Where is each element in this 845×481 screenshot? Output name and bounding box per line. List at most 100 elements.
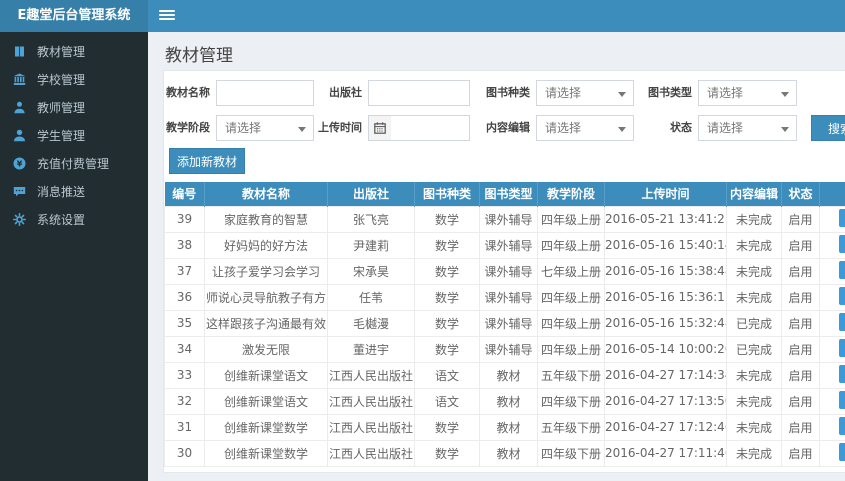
selected-value: 请选择: [545, 121, 582, 135]
table-cell: 未完成: [726, 387, 782, 415]
table-cell: 江西人民出版社: [327, 361, 415, 389]
table-cell: 启用: [781, 387, 820, 415]
student-icon: [13, 129, 28, 142]
row-action-button[interactable]: [839, 416, 845, 435]
row-action-button[interactable]: [839, 312, 845, 331]
status-select[interactable]: 请选择: [698, 115, 797, 141]
row-action-button[interactable]: [839, 286, 845, 305]
upload-time-input[interactable]: [391, 115, 470, 141]
sidebar-item-settings[interactable]: 系统设置: [0, 205, 148, 233]
col-header-actions: [819, 182, 845, 206]
row-action-button[interactable]: [839, 338, 845, 357]
table-cell: 教材: [479, 439, 538, 467]
table-cell: 数学: [414, 413, 480, 441]
table-cell: 课外辅导: [479, 283, 538, 311]
table-cell: 创维新课堂语文: [204, 387, 328, 415]
table-cell: 35: [164, 309, 205, 337]
table-cell: 江西人民出版社: [327, 387, 415, 415]
school-icon: [13, 73, 28, 86]
table-cell: 五年级下册: [537, 413, 605, 441]
table-cell: 启用: [781, 413, 820, 441]
col-header-material-name: 教材名称: [204, 182, 328, 206]
book-category-select[interactable]: 请选择: [536, 80, 634, 106]
table-cell: 教材: [479, 361, 538, 389]
table-cell: 2016-05-16 15:32:48: [604, 309, 727, 337]
teacher-icon: [13, 101, 28, 114]
sidebar-item-label: 学生管理: [37, 128, 86, 143]
table-cell: 这样跟孩子沟通最有效: [204, 309, 328, 337]
selected-value: 请选择: [225, 121, 262, 135]
col-header-book-category: 图书种类: [414, 182, 480, 206]
table-cell: 七年级上册: [537, 257, 605, 285]
table-row: 39 家庭教育的智慧 张飞亮 数学 课外辅导 四年级上册 2016-05-21 13:41:…: [164, 205, 845, 233]
stage-select[interactable]: 请选择: [216, 115, 314, 141]
table-cell: 未完成: [726, 231, 782, 259]
table-cell: 好妈妈的好方法: [204, 231, 328, 259]
table-cell: 课外辅导: [479, 231, 538, 259]
table-action-cell: [819, 283, 845, 311]
row-action-button[interactable]: [839, 234, 845, 253]
add-material-button[interactable]: 添加新教材: [169, 148, 245, 174]
table-cell: 未完成: [726, 283, 782, 311]
book-type-select[interactable]: 请选择: [698, 80, 797, 106]
table-cell: 师说心灵导航教子有方: [204, 283, 328, 311]
publisher-input[interactable]: [368, 80, 470, 106]
table-cell: 数学: [414, 231, 480, 259]
table-cell: 创维新课堂语文: [204, 361, 328, 389]
table-cell: 数学: [414, 309, 480, 337]
table-action-cell: [819, 387, 845, 415]
table-cell: 未完成: [726, 413, 782, 441]
material-name-input[interactable]: [216, 80, 314, 106]
table-cell: 未完成: [726, 439, 782, 467]
table-cell: 四年级上册: [537, 283, 605, 311]
material-name-label: 教材名称: [166, 86, 210, 99]
table-row: 38 好妈妈的好方法 尹建莉 数学 课外辅导 四年级上册 2016-05-16 15:40:…: [164, 231, 845, 259]
sidebar-item-students[interactable]: 学生管理: [0, 121, 148, 149]
chevron-down-icon: [781, 127, 789, 132]
table-cell: 语文: [414, 387, 480, 415]
row-action-button[interactable]: [839, 260, 845, 279]
table-cell: 启用: [781, 283, 820, 311]
table-cell: 启用: [781, 439, 820, 467]
table-action-cell: [819, 413, 845, 441]
content-edit-select[interactable]: 请选择: [536, 115, 634, 141]
sidebar-item-label: 消息推送: [37, 184, 86, 199]
table-body: 39 家庭教育的智慧 张飞亮 数学 课外辅导 四年级上册 2016-05-21 13:41:…: [164, 205, 845, 467]
table-cell: 启用: [781, 309, 820, 337]
book-icon: [13, 45, 28, 58]
sidebar-item-messages[interactable]: 消息推送: [0, 177, 148, 205]
sidebar-item-schools[interactable]: 学校管理: [0, 65, 148, 93]
table-cell: 创维新课堂数学: [204, 439, 328, 467]
table-row: 35 这样跟孩子沟通最有效 毛樾漫 数学 课外辅导 四年级上册 2016-05-16 15:…: [164, 309, 845, 337]
sidebar-item-materials[interactable]: 教材管理: [0, 37, 148, 65]
row-action-button[interactable]: [839, 442, 845, 461]
table-cell: 五年级下册: [537, 361, 605, 389]
row-action-button[interactable]: [839, 364, 845, 383]
row-action-button[interactable]: [839, 208, 845, 227]
publisher-label: 出版社: [329, 86, 362, 99]
main-content: 教材管理 教材名称 出版社 图书种类 请选择 图书类型 请选择 教学阶段 请选择: [148, 32, 845, 481]
table-cell: 33: [164, 361, 205, 389]
selected-value: 请选择: [707, 121, 744, 135]
message-icon: [13, 185, 28, 198]
table-cell: 32: [164, 387, 205, 415]
app-logo[interactable]: E趣堂后台管理系统: [0, 0, 148, 32]
table-cell: 38: [164, 231, 205, 259]
col-header-status: 状态: [781, 182, 820, 206]
table-cell: 四年级下册: [537, 439, 605, 467]
row-action-button[interactable]: [839, 390, 845, 409]
status-label: 状态: [670, 121, 692, 134]
sidebar-item-label: 学校管理: [37, 72, 86, 87]
table-action-cell: [819, 335, 845, 363]
sidebar-item-teachers[interactable]: 教师管理: [0, 93, 148, 121]
table-cell: 数学: [414, 257, 480, 285]
search-button[interactable]: 搜索: [811, 115, 845, 141]
col-header-stage: 教学阶段: [537, 182, 605, 206]
table-cell: 语文: [414, 361, 480, 389]
sidebar-item-payments[interactable]: ¥ 充值付费管理: [0, 149, 148, 177]
table-cell: 四年级上册: [537, 231, 605, 259]
sidebar-toggle-icon[interactable]: [159, 10, 175, 22]
table-row: 36 师说心灵导航教子有方 任苇 数学 课外辅导 四年级上册 2016-05-16 15:3…: [164, 283, 845, 311]
col-header-upload-time: 上传时间: [604, 182, 727, 206]
payment-icon: ¥: [13, 157, 28, 170]
